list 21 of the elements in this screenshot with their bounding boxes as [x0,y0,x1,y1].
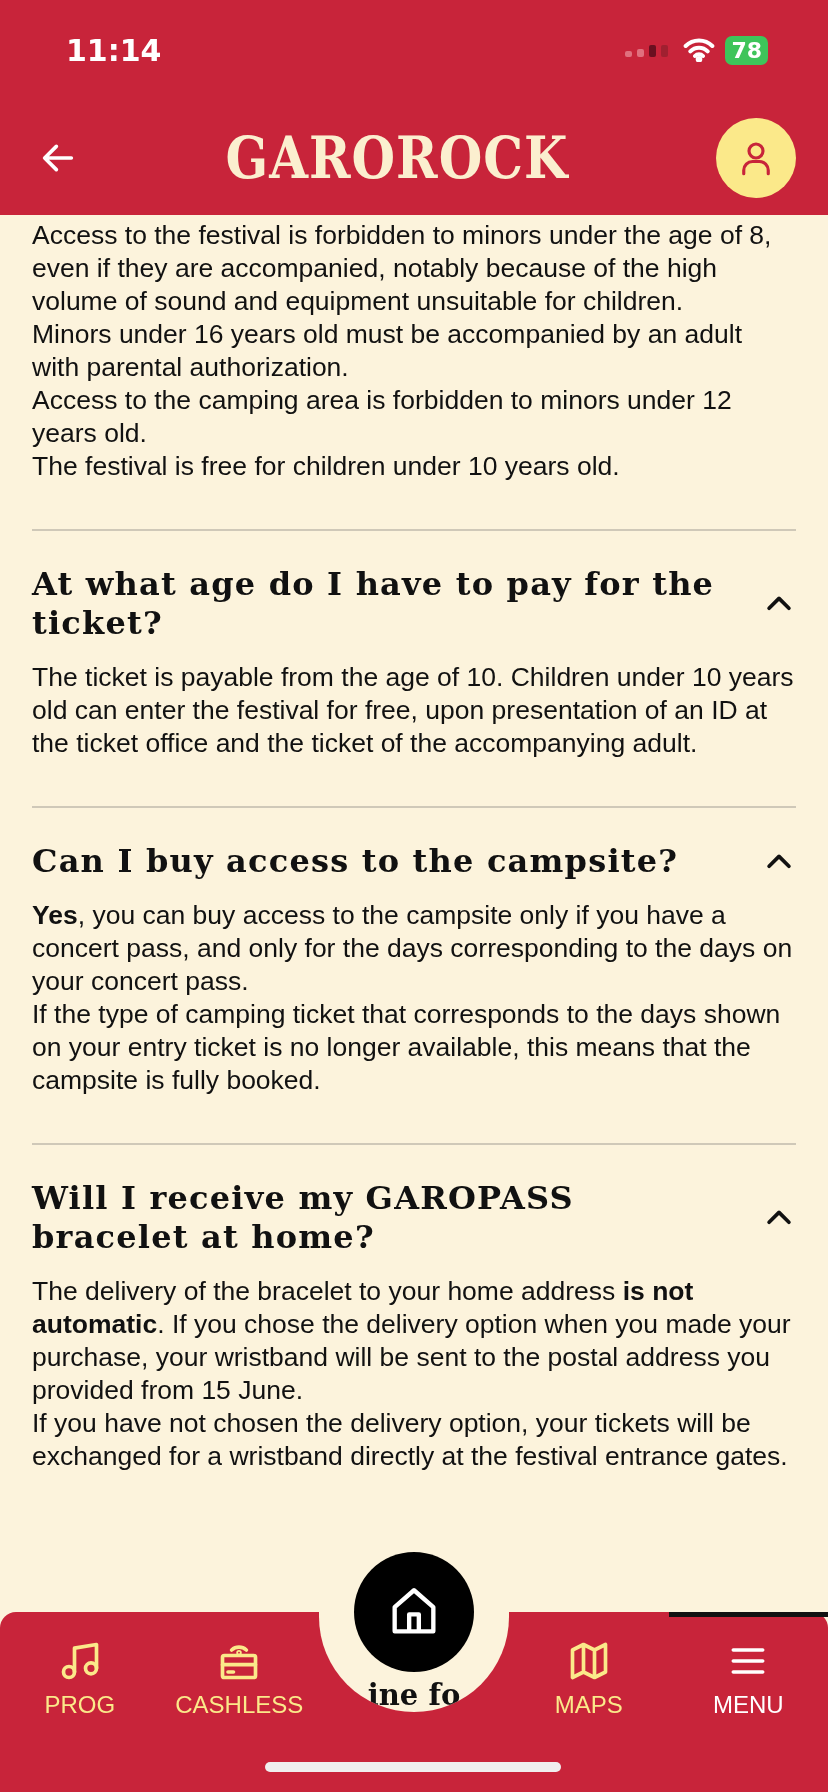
nav-tab[interactable]: MENU [668,1612,828,1722]
answer-text: The ticket is payable from the age of 10. Children under 10 years old can enter the festival for free, upon presentation of an ID at the ticket office and the ticket of the accompanying adult. [32,661,795,760]
answer-text: Access to the camping area is forbidden to minors under 12 years old. [32,384,733,450]
answer-text: Yes, you can buy access to the campsite only if you have a concert pass, and only for the days corresponding to the days on your concert pass. [32,899,794,998]
answer-text: The delivery of the bracelet to your home address is not automatic. If you chose the delivery option when you made your purchase, your wristband will be sent to the postal address you provided from 15 June. [32,1275,792,1407]
nav-tab[interactable]: MAPS [509,1612,669,1722]
answer-text: Access to the festival is forbidden to minors under the age of 8, even if they are accompanied, notably because of the high volume of sound and equipment unsuitable for children. [32,219,773,318]
nav-tab[interactable]: CASHLESS [159,1612,319,1722]
status-time: 11:14 [66,32,162,68]
question-heading: ine fo [367,1680,461,1710]
answer-text: Minors under 16 years old must be accompanied by an adult with parental authorization. [32,318,743,384]
nav-tab[interactable]: PROG [0,1612,160,1722]
garorock-logo: GAROROCK [225,123,569,192]
wifi-icon [683,38,716,62]
question-heading[interactable]: Will I receive my GAROPASS bracelet at home? [32,1179,742,1257]
answer-text: If the type of camping ticket that corresponds to the days shown on your entry ticket is no longer available, this means that the campsite is fully booked. [32,998,782,1097]
battery-level: 78 [725,35,768,65]
question-heading[interactable]: At what age do I have to pay for the ticket? [32,565,742,643]
answer-text: If you have not chosen the delivery option, your tickets will be exchanged for a wristband directly at the festival entrance gates. [32,1407,789,1473]
question-heading[interactable]: Can I buy access to the campsite? [32,842,679,881]
answer-text: The festival is free for children under 10 years old. [32,450,621,483]
